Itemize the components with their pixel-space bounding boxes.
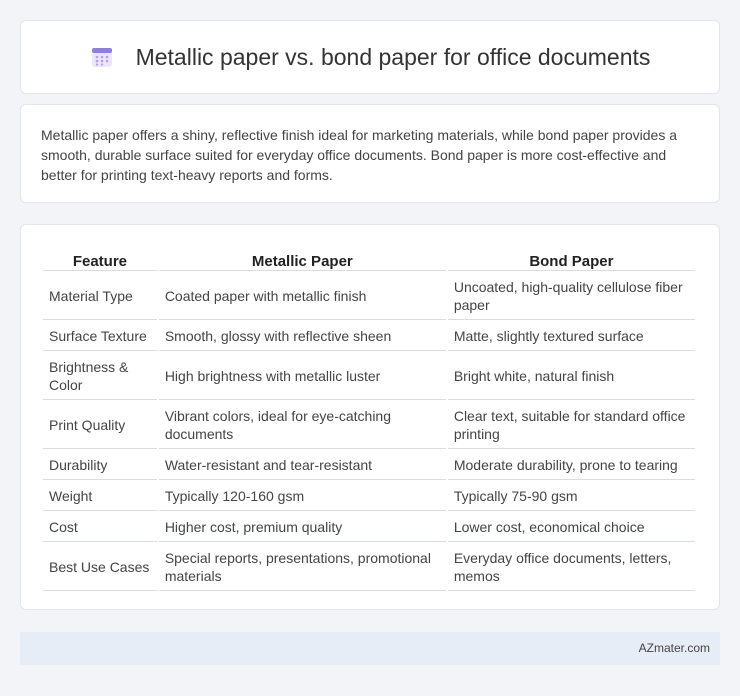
cell-bond: Matte, slightly textured surface (447, 322, 695, 351)
cell-feature: Material Type (43, 273, 157, 320)
cell-metallic: High brightness with metallic luster (158, 353, 446, 400)
cell-feature: Brightness & Color (43, 353, 157, 400)
footer: AZmater.com (20, 632, 720, 665)
cell-bond: Uncoated, high-quality cellulose fiber p… (447, 273, 695, 320)
cell-metallic: Smooth, glossy with reflective sheen (158, 322, 446, 351)
cell-feature: Durability (43, 451, 157, 480)
header-metallic-paper: Metallic Paper (158, 247, 446, 271)
summary-text: Metallic paper offers a shiny, reflectiv… (41, 127, 678, 183)
table-row: Brightness & Color High brightness with … (43, 353, 695, 400)
comparison-table: Feature Metallic Paper Bond Paper Materi… (41, 245, 697, 593)
header-feature: Feature (43, 247, 157, 271)
cell-bond: Moderate durability, prone to tearing (447, 451, 695, 480)
table-header-row: Feature Metallic Paper Bond Paper (43, 247, 695, 271)
table-row: Material Type Coated paper with metallic… (43, 273, 695, 320)
table-row: Weight Typically 120-160 gsm Typically 7… (43, 482, 695, 511)
cell-feature: Best Use Cases (43, 544, 157, 591)
cell-metallic: Coated paper with metallic finish (158, 273, 446, 320)
cell-feature: Print Quality (43, 402, 157, 449)
summary-card: Metallic paper offers a shiny, reflectiv… (20, 104, 720, 203)
cell-metallic: Water-resistant and tear-resistant (158, 451, 446, 480)
cell-feature: Weight (43, 482, 157, 511)
cell-bond: Everyday office documents, letters, memo… (447, 544, 695, 591)
calendar-grid-icon (90, 45, 114, 69)
cell-feature: Cost (43, 513, 157, 542)
cell-metallic: Higher cost, premium quality (158, 513, 446, 542)
page-title: Metallic paper vs. bond paper for office… (135, 43, 651, 70)
cell-feature: Surface Texture (43, 322, 157, 351)
cell-metallic: Vibrant colors, ideal for eye-catching d… (158, 402, 446, 449)
cell-bond: Bright white, natural finish (447, 353, 695, 400)
title-row: Metallic paper vs. bond paper for office… (21, 21, 719, 93)
cell-bond: Lower cost, economical choice (447, 513, 695, 542)
cell-metallic: Typically 120-160 gsm (158, 482, 446, 511)
table-row: Print Quality Vibrant colors, ideal for … (43, 402, 695, 449)
header-bond-paper: Bond Paper (447, 247, 695, 271)
comparison-card: Feature Metallic Paper Bond Paper Materi… (20, 224, 720, 610)
table-row: Durability Water-resistant and tear-resi… (43, 451, 695, 480)
cell-bond: Typically 75-90 gsm (447, 482, 695, 511)
cell-bond: Clear text, suitable for standard office… (447, 402, 695, 449)
footer-site-link[interactable]: AZmater.com (639, 641, 710, 655)
cell-metallic: Special reports, presentations, promotio… (158, 544, 446, 591)
table-row: Surface Texture Smooth, glossy with refl… (43, 322, 695, 351)
table-row: Best Use Cases Special reports, presenta… (43, 544, 695, 591)
title-card: Metallic paper vs. bond paper for office… (20, 20, 720, 94)
table-row: Cost Higher cost, premium quality Lower … (43, 513, 695, 542)
